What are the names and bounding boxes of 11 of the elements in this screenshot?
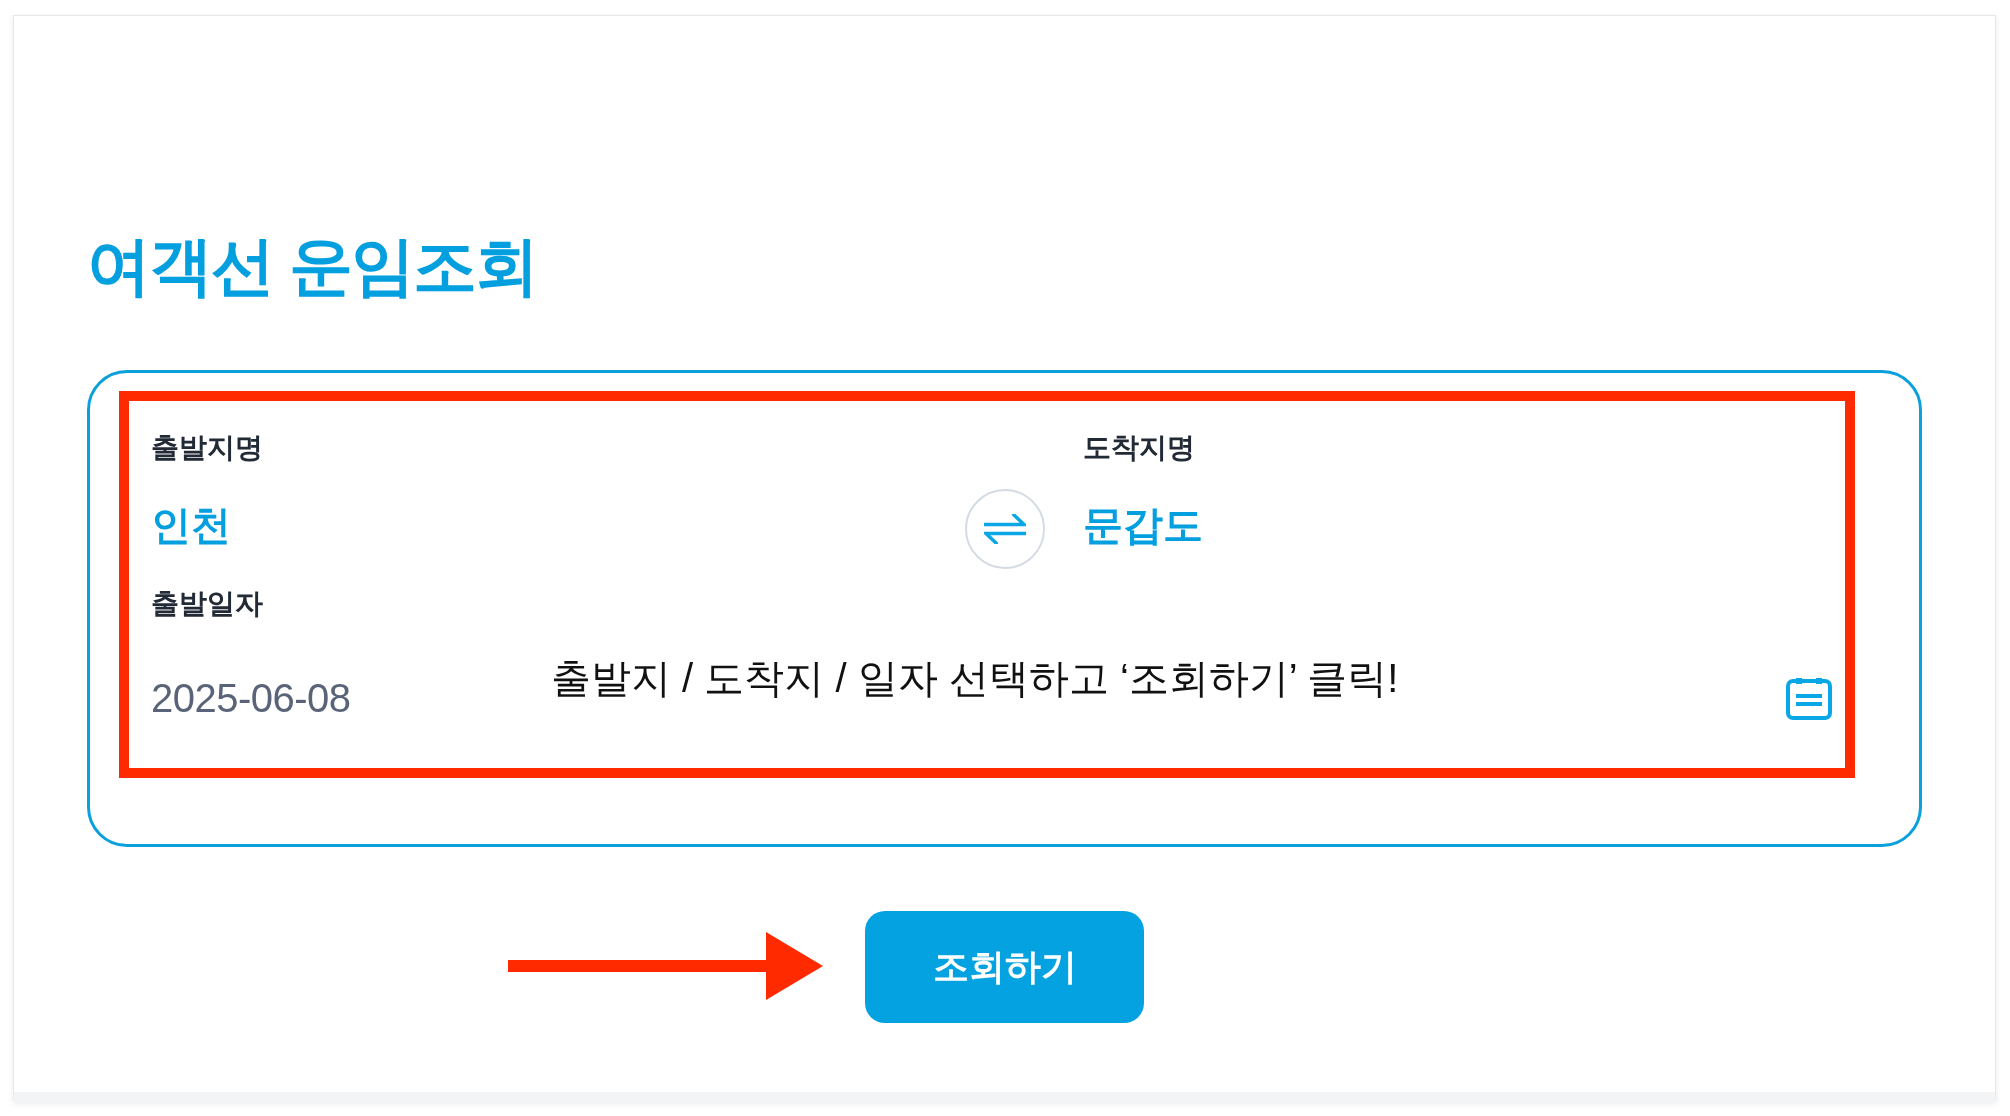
annotation-text: 출발지 / 도착지 / 일자 선택하고 ‘조회하기’ 클릭! xyxy=(551,655,1399,702)
departure-label: 출발지명 xyxy=(151,431,263,465)
page-title: 여객선 운임조회 xyxy=(87,229,537,304)
arrow-icon xyxy=(508,932,823,1000)
date-label: 출발일자 xyxy=(151,587,263,621)
search-button[interactable]: 조회하기 xyxy=(865,911,1144,1023)
date-value[interactable]: 2025-06-08 xyxy=(151,674,351,722)
arrival-label: 도착지명 xyxy=(1082,431,1195,465)
departure-value[interactable]: 인천 xyxy=(151,501,231,549)
arrival-value[interactable]: 문갑도 xyxy=(1082,501,1203,549)
calendar-icon[interactable] xyxy=(1786,676,1832,720)
